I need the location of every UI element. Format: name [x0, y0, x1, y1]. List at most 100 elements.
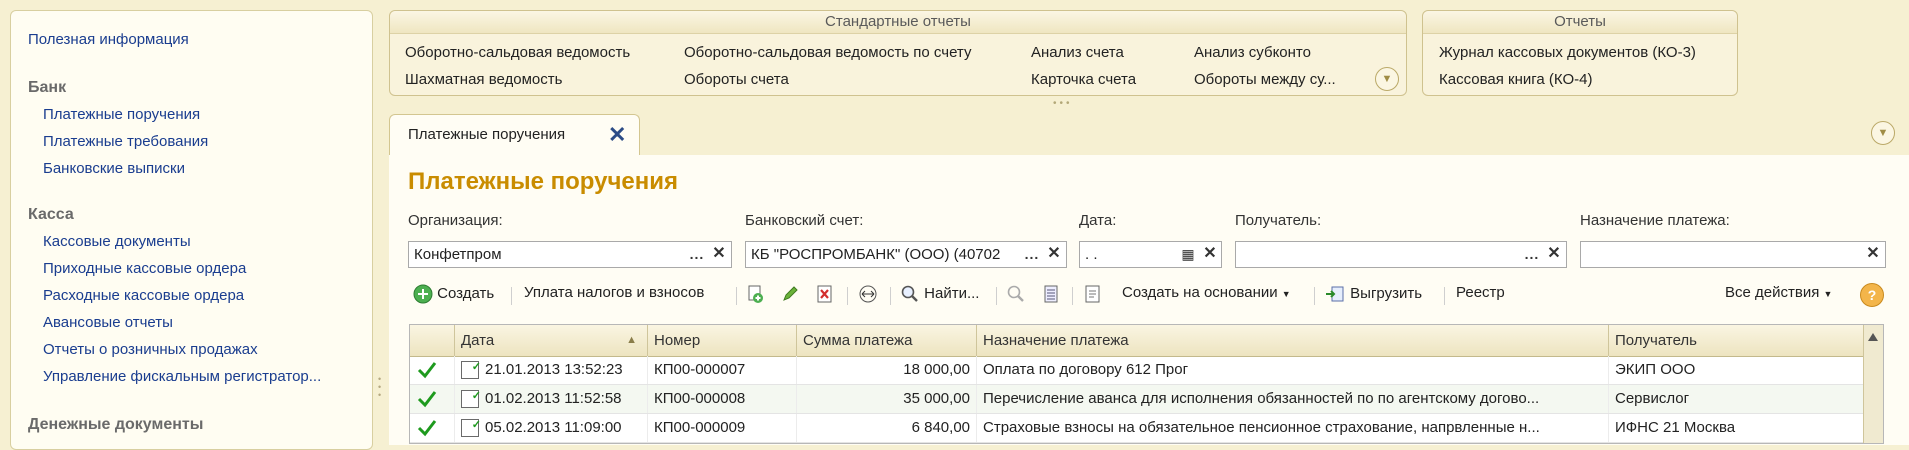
report-link-cash-book[interactable]: Кассовая книга (КО-4)	[1439, 71, 1592, 88]
sidebar-item-payment-requests[interactable]: Платежные требования	[43, 133, 208, 150]
toolbar-separator	[1072, 287, 1073, 305]
report-link-account-analysis[interactable]: Анализ счета	[1031, 44, 1124, 61]
row-date: ✓ 05.02.2013 11:09:00	[455, 414, 648, 442]
posted-check-icon	[410, 414, 455, 442]
swap-arrows-icon[interactable]	[857, 284, 879, 304]
toolbar-separator	[736, 287, 737, 305]
row-date: ✓ 01.02.2013 11:52:58	[455, 385, 648, 413]
report-link-chess-statement[interactable]: Шахматная ведомость	[405, 71, 562, 88]
report-link-subconto-analysis[interactable]: Анализ субконто	[1194, 44, 1311, 61]
delete-mark-icon[interactable]	[815, 284, 835, 304]
payment-orders-table[interactable]: Дата ▲ Номер Сумма платежа Назначение пл…	[409, 324, 1884, 444]
registry-button[interactable]: Реестр	[1456, 284, 1505, 301]
upload-button[interactable]: Выгрузить	[1324, 284, 1422, 304]
posted-check-icon	[410, 356, 455, 384]
row-purpose: Оплата по договору 612 Прог	[977, 356, 1609, 384]
edit-pencil-icon[interactable]	[780, 284, 800, 304]
row-sum: 6 840,00	[797, 414, 977, 442]
row-recipient: Сервислог	[1609, 385, 1865, 413]
column-recipient[interactable]: Получатель	[1609, 325, 1865, 356]
bank-account-clear-icon[interactable]: ✕	[1042, 242, 1066, 267]
sidebar-item-incoming-cash-orders[interactable]: Приходные кассовые ордера	[43, 260, 246, 277]
column-purpose[interactable]: Назначение платежа	[977, 325, 1609, 356]
copy-document-icon[interactable]	[746, 284, 766, 304]
sidebar-item-fiscal-registrar[interactable]: Управление фискальным регистратор...	[43, 368, 321, 385]
print-document-icon[interactable]	[1084, 284, 1102, 304]
sidebar-item-outgoing-cash-orders[interactable]: Расходные кассовые ордера	[43, 287, 244, 304]
expand-reports-icon[interactable]: ▼	[1375, 67, 1399, 91]
date-clear-icon[interactable]: ✕	[1198, 242, 1222, 267]
report-link-account-card[interactable]: Карточка счета	[1031, 71, 1136, 88]
create-button[interactable]: Создать	[413, 284, 494, 304]
list-icon[interactable]	[1042, 284, 1060, 304]
organization-clear-icon[interactable]: ✕	[707, 242, 731, 267]
column-number[interactable]: Номер	[648, 325, 797, 356]
purpose-label: Назначение платежа:	[1580, 212, 1730, 229]
all-actions-button[interactable]: Все действия ▼	[1725, 284, 1832, 301]
tab-payment-orders[interactable]: Платежные поручения ✕	[389, 114, 640, 156]
sidebar-item-advance-reports[interactable]: Авансовые отчеты	[43, 314, 173, 331]
toolbar-separator	[847, 287, 848, 305]
table-header: Дата ▲ Номер Сумма платежа Назначение пл…	[410, 325, 1865, 357]
reports-title: Отчеты	[1423, 11, 1737, 34]
date-field[interactable]: . . ▦ ✕	[1079, 241, 1222, 268]
recipient-label: Получатель:	[1235, 212, 1322, 229]
column-date[interactable]: Дата ▲	[455, 325, 648, 356]
column-sum[interactable]: Сумма платежа	[797, 325, 977, 356]
create-label: Создать	[437, 284, 495, 302]
sidebar-item-bank-statements[interactable]: Банковские выписки	[43, 160, 185, 177]
row-purpose: Страховые взносы на обязательное пенсион…	[977, 414, 1609, 442]
sidebar-splitter-grip[interactable]: • • •	[378, 375, 384, 415]
scroll-up-icon[interactable]	[1868, 333, 1878, 341]
close-icon[interactable]: ✕	[608, 122, 626, 148]
row-recipient: ИФНС 21 Москва	[1609, 414, 1865, 442]
calendar-icon[interactable]: ▦	[1176, 242, 1200, 267]
report-link-account-turnover[interactable]: Обороты счета	[684, 71, 789, 88]
find-label: Найти...	[924, 284, 980, 302]
organization-label: Организация:	[408, 212, 503, 229]
cancel-search-icon[interactable]	[1006, 284, 1026, 304]
bank-account-select-button[interactable]: ...	[1020, 242, 1044, 267]
recipient-clear-icon[interactable]: ✕	[1542, 242, 1566, 267]
toolbar-separator	[996, 287, 997, 305]
find-button[interactable]: Найти...	[900, 284, 979, 304]
sidebar-item-retail-sales-reports[interactable]: Отчеты о розничных продажах	[43, 341, 258, 358]
bank-account-field[interactable]: КБ "РОСПРОМБАНК" (ООО) (40702 ... ✕	[745, 241, 1067, 268]
row-recipient: ЭКИП ООО	[1609, 356, 1865, 384]
purpose-field[interactable]: ✕	[1580, 241, 1886, 268]
organization-field[interactable]: Конфетпром ... ✕	[408, 241, 732, 268]
organization-select-button[interactable]: ...	[685, 242, 709, 267]
posted-check-icon	[410, 385, 455, 413]
sidebar-group-money-documents: Денежные документы	[28, 416, 204, 433]
vertical-scrollbar[interactable]	[1863, 325, 1883, 443]
help-icon: ?	[1860, 283, 1884, 307]
chevron-down-icon: ▼	[1823, 289, 1833, 299]
row-number: КП00-000009	[648, 414, 797, 442]
upload-icon	[1326, 286, 1344, 302]
toolbar-separator	[511, 287, 512, 305]
report-link-turnover-between[interactable]: Обороты между су...	[1194, 71, 1336, 88]
sidebar-group-bank: Банк	[28, 79, 67, 96]
row-date-text: 21.01.2013 13:52:23	[485, 361, 623, 378]
page-title: Платежные поручения	[408, 168, 679, 195]
recipient-field[interactable]: ... ✕	[1235, 241, 1567, 268]
column-status	[410, 325, 455, 356]
panel-resize-grip[interactable]: •••	[1053, 98, 1073, 109]
taxes-button[interactable]: Уплата налогов и взносов	[524, 284, 704, 301]
standard-reports-title: Стандартные отчеты	[390, 11, 1406, 34]
tab-menu-chevron-icon[interactable]: ▼	[1871, 121, 1895, 145]
table-row[interactable]: ✓ 21.01.2013 13:52:23 КП00-000007 18 000,…	[410, 356, 1865, 385]
purpose-clear-icon[interactable]: ✕	[1861, 242, 1885, 267]
report-link-turnover-balance-by-account[interactable]: Оборотно-сальдовая ведомость по счету	[684, 44, 971, 61]
sidebar-item-payment-orders[interactable]: Платежные поручения	[43, 106, 200, 123]
toolbar-separator	[1444, 287, 1445, 305]
create-based-on-button[interactable]: Создать на основании ▼	[1122, 284, 1291, 301]
help-button[interactable]: ?	[1860, 283, 1884, 307]
table-row[interactable]: ✓ 01.02.2013 11:52:58 КП00-000008 35 000,…	[410, 385, 1865, 414]
report-link-cash-journal[interactable]: Журнал кассовых документов (КО-3)	[1439, 44, 1696, 61]
sidebar-item-useful-info[interactable]: Полезная информация	[28, 31, 189, 48]
recipient-select-button[interactable]: ...	[1520, 242, 1544, 267]
sidebar-item-cash-documents[interactable]: Кассовые документы	[43, 233, 191, 250]
report-link-turnover-balance[interactable]: Оборотно-сальдовая ведомость	[405, 44, 630, 61]
toolbar-separator	[890, 287, 891, 305]
